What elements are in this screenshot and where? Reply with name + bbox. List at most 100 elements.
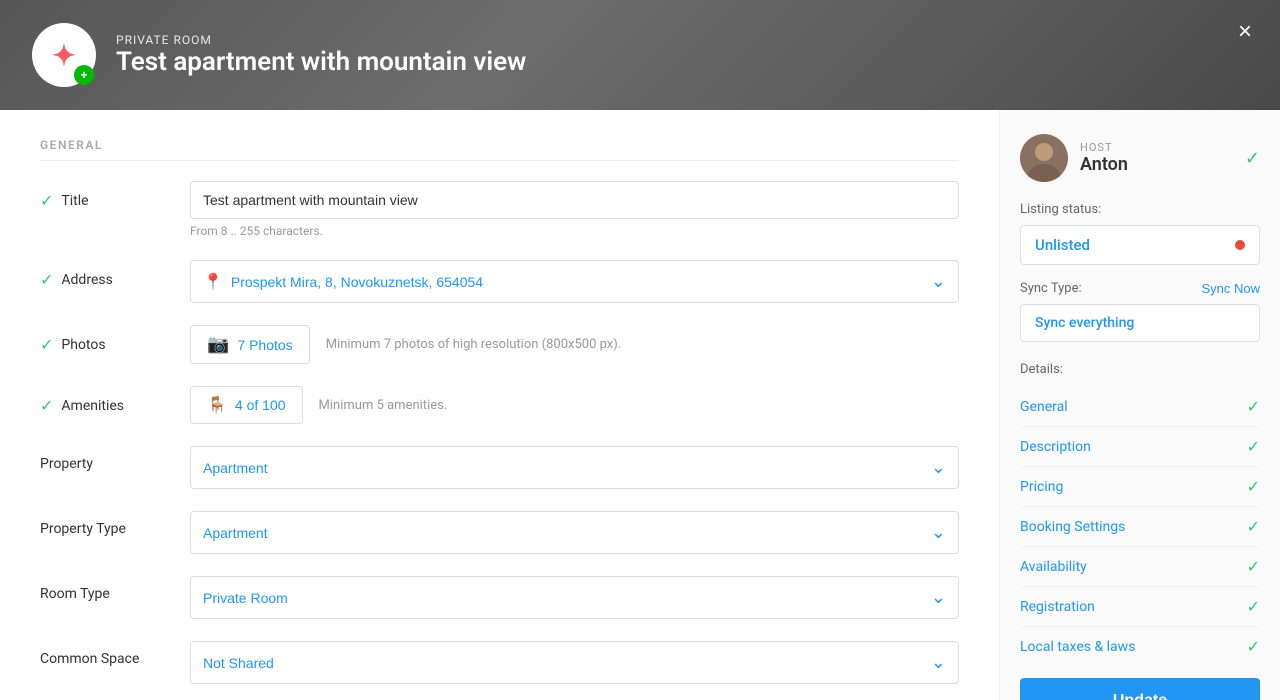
room-type-label-wrapper: Room Type [40, 576, 170, 602]
amenities-icon: 🪑 [207, 395, 227, 415]
property-label: Property [40, 456, 93, 472]
host-check-icon: ✓ [1245, 148, 1260, 169]
common-space-label-wrapper: Common Space [40, 641, 170, 667]
sync-row: Sync Type: Sync Now [1020, 281, 1260, 296]
title-label: Title [61, 193, 88, 209]
hero-subtitle: PRIVATE ROOM [116, 33, 526, 47]
detail-item-registration[interactable]: Registration ✓ [1020, 587, 1260, 627]
amenities-check-icon: ✓ [40, 396, 53, 415]
property-chevron-icon: ⌄ [931, 457, 946, 478]
avatar [1020, 134, 1068, 182]
main-layout: GENERAL ✓ Title From 8 .. 255 characters… [0, 110, 1280, 700]
detail-item-general[interactable]: General ✓ [1020, 387, 1260, 427]
address-value: Prospekt Mira, 8, Novokuznetsk, 654054 [231, 274, 923, 290]
property-type-value: Apartment [203, 525, 268, 541]
title-hint: From 8 .. 255 characters. [190, 224, 959, 238]
form-row-common-space: Common Space Not Shared ⌄ [40, 641, 959, 684]
form-row-property: Property Apartment ⌄ [40, 446, 959, 489]
common-space-dropdown[interactable]: Not Shared ⌄ [190, 641, 959, 684]
room-type-label: Room Type [40, 586, 110, 602]
detail-item-availability[interactable]: Availability ✓ [1020, 547, 1260, 587]
room-type-field: Private Room ⌄ [190, 576, 959, 619]
detail-local-taxes-check-icon: ✓ [1247, 637, 1260, 656]
form-row-amenities: ✓ Amenities 🪑 4 of 100 Minimum 5 ameniti… [40, 386, 959, 424]
details-list: General ✓ Description ✓ Pricing ✓ Bookin… [1020, 387, 1260, 666]
amenities-count: 4 of 100 [235, 397, 286, 413]
logo-badge: + [74, 65, 94, 85]
detail-item-description[interactable]: Description ✓ [1020, 427, 1260, 467]
host-name: Anton [1080, 154, 1128, 175]
address-label: Address [61, 272, 112, 288]
detail-general-check-icon: ✓ [1247, 397, 1260, 416]
common-space-chevron-icon: ⌄ [931, 652, 946, 673]
property-label-wrapper: Property [40, 446, 170, 472]
amenities-label: Amenities [61, 398, 124, 414]
address-dropdown[interactable]: 📍 Prospekt Mira, 8, Novokuznetsk, 654054… [190, 260, 959, 303]
update-button[interactable]: Update [1020, 678, 1260, 700]
room-type-chevron-icon: ⌄ [931, 587, 946, 608]
photos-label: Photos [61, 337, 105, 353]
detail-item-booking-settings[interactable]: Booking Settings ✓ [1020, 507, 1260, 547]
detail-booking-check-icon: ✓ [1247, 517, 1260, 536]
hero-text: PRIVATE ROOM Test apartment with mountai… [116, 33, 526, 77]
amenities-row: 🪑 4 of 100 Minimum 5 amenities. [190, 386, 959, 424]
form-row-room-type: Room Type Private Room ⌄ [40, 576, 959, 619]
detail-pricing-check-icon: ✓ [1247, 477, 1260, 496]
form-row-property-type: Property Type Apartment ⌄ [40, 511, 959, 554]
detail-availability-label: Availability [1020, 559, 1087, 575]
detail-pricing-label: Pricing [1020, 479, 1063, 495]
property-value: Apartment [203, 460, 268, 476]
property-type-chevron-icon: ⌄ [931, 522, 946, 543]
sync-dropdown[interactable]: Sync everything [1020, 304, 1260, 342]
detail-item-pricing[interactable]: Pricing ✓ [1020, 467, 1260, 507]
property-type-field: Apartment ⌄ [190, 511, 959, 554]
detail-general-label: General [1020, 399, 1068, 415]
logo: ✦ + [32, 23, 96, 87]
property-type-dropdown[interactable]: Apartment ⌄ [190, 511, 959, 554]
amenities-field: 🪑 4 of 100 Minimum 5 amenities. [190, 386, 959, 424]
section-general-label: GENERAL [40, 138, 959, 161]
photos-field: 📷 7 Photos Minimum 7 photos of high reso… [190, 325, 959, 364]
address-check-icon: ✓ [40, 270, 53, 289]
host-info: HOST Anton [1020, 134, 1128, 182]
amenities-button[interactable]: 🪑 4 of 100 [190, 386, 303, 424]
title-label-wrapper: ✓ Title [40, 181, 170, 210]
host-text: HOST Anton [1080, 141, 1128, 175]
hero-section: ✦ + PRIVATE ROOM Test apartment with mou… [0, 0, 1280, 110]
camera-icon: 📷 [207, 334, 229, 355]
title-field: From 8 .. 255 characters. [190, 181, 959, 238]
title-input[interactable] [190, 181, 959, 219]
form-row-title: ✓ Title From 8 .. 255 characters. [40, 181, 959, 238]
title-check-icon: ✓ [40, 191, 53, 210]
status-dot-icon [1235, 240, 1245, 250]
pin-icon: 📍 [203, 272, 223, 292]
common-space-value: Not Shared [203, 655, 274, 671]
detail-description-check-icon: ✓ [1247, 437, 1260, 456]
hero-title: Test apartment with mountain view [116, 47, 526, 77]
property-field: Apartment ⌄ [190, 446, 959, 489]
listing-status-dropdown[interactable]: Unlisted [1020, 225, 1260, 265]
room-type-dropdown[interactable]: Private Room ⌄ [190, 576, 959, 619]
left-panel: GENERAL ✓ Title From 8 .. 255 characters… [0, 110, 1000, 700]
form-row-address: ✓ Address 📍 Prospekt Mira, 8, Novokuznet… [40, 260, 959, 303]
airbnb-icon: ✦ [52, 39, 75, 72]
property-dropdown[interactable]: Apartment ⌄ [190, 446, 959, 489]
photos-check-icon: ✓ [40, 335, 53, 354]
hero-content: ✦ + PRIVATE ROOM Test apartment with mou… [32, 23, 1248, 87]
photos-hint: Minimum 7 photos of high resolution (800… [326, 337, 622, 352]
property-type-label-wrapper: Property Type [40, 511, 170, 537]
address-field: 📍 Prospekt Mira, 8, Novokuznetsk, 654054… [190, 260, 959, 303]
property-type-label: Property Type [40, 521, 126, 537]
form-row-photos: ✓ Photos 📷 7 Photos Minimum 7 photos of … [40, 325, 959, 364]
sync-now-button[interactable]: Sync Now [1201, 281, 1260, 296]
host-label: HOST [1080, 141, 1128, 154]
address-label-wrapper: ✓ Address [40, 260, 170, 289]
address-chevron-icon: ⌄ [931, 271, 946, 292]
right-panel: HOST Anton ✓ Listing status: Unlisted Sy… [1000, 110, 1280, 700]
common-space-label: Common Space [40, 651, 139, 667]
listing-status-label: Listing status: [1020, 202, 1260, 217]
photos-button[interactable]: 📷 7 Photos [190, 325, 310, 364]
close-button[interactable]: × [1238, 20, 1252, 44]
amenities-hint: Minimum 5 amenities. [319, 398, 448, 413]
detail-item-local-taxes[interactable]: Local taxes & laws ✓ [1020, 627, 1260, 666]
